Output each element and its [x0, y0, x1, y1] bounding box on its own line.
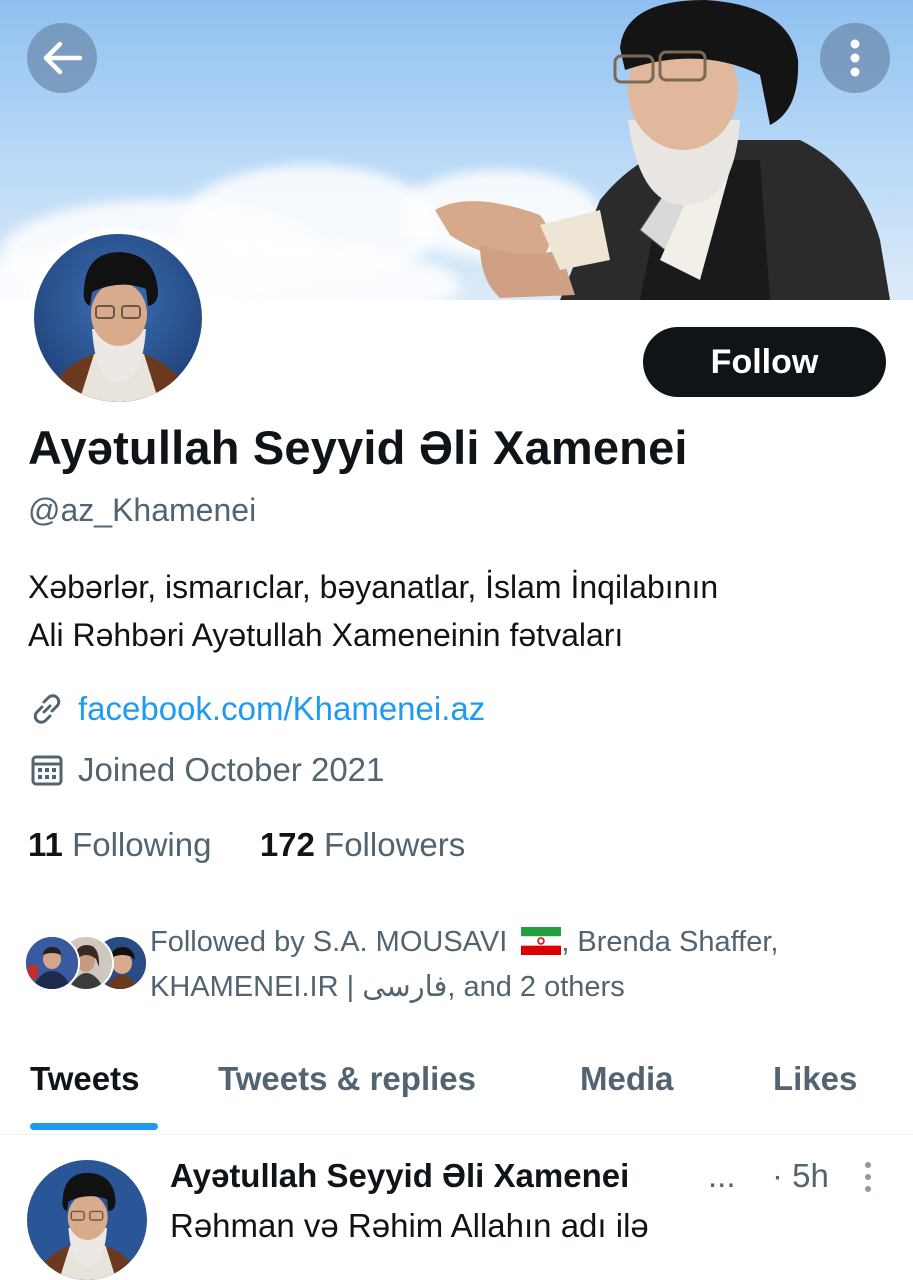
follow-counts: 11 Following 172 Followers — [28, 826, 465, 864]
bio-line-2: Ali Rəhbəri Ayətullah Xameneinin fətvala… — [28, 617, 624, 653]
followed-by-line1: Followed by S.A. MOUSAVI — [150, 926, 508, 958]
tab-tweets[interactable]: Tweets — [30, 1060, 139, 1098]
bio-line-1: Xəbərlər, ismarıclar, bəyanatlar, İslam … — [28, 569, 719, 605]
tweet-more-icon — [865, 1162, 871, 1192]
active-tab-indicator — [30, 1123, 158, 1130]
followed-by-line2: KHAMENEI.IR | فارسی, and 2 others — [150, 971, 625, 1003]
profile-avatar[interactable] — [27, 227, 209, 409]
following-link[interactable]: 11 Following — [28, 826, 211, 863]
profile-website-link[interactable]: facebook.com/Khamenei.az — [78, 690, 485, 728]
tweet-author-name[interactable]: Ayətullah Seyyid Əli Xamenei — [170, 1157, 629, 1195]
followers-count: 172 — [259, 826, 315, 863]
more-vertical-icon — [850, 39, 860, 77]
following-count: 11 — [28, 826, 63, 863]
back-arrow-icon — [43, 41, 82, 75]
tweet-author-ellipsis: ... — [708, 1157, 736, 1194]
tweet-timestamp[interactable]: · 5h — [772, 1157, 829, 1195]
calendar-icon — [28, 751, 66, 789]
iran-flag-icon — [521, 927, 562, 955]
tweet-more-button[interactable] — [858, 1160, 878, 1194]
follow-button[interactable]: Follow — [643, 327, 886, 397]
profile-display-name: Ayətullah Seyyid Əli Xamenei — [28, 421, 688, 474]
profile-handle: @az_Khamenei — [28, 492, 257, 528]
followed-by-avatar-1[interactable] — [24, 935, 80, 991]
profile-website-row: facebook.com/Khamenei.az — [28, 690, 485, 728]
followed-by-line1-rest: , Brenda Shaffer, — [561, 926, 779, 958]
back-button[interactable] — [27, 23, 97, 93]
profile-joined-row: Joined October 2021 — [28, 751, 384, 789]
tweet-text: Rəhman və Rəhim Allahın adı ilə — [170, 1207, 649, 1244]
more-options-button[interactable] — [820, 23, 890, 93]
followers-link[interactable]: 172 Followers — [260, 826, 465, 863]
tweet-author-avatar[interactable] — [27, 1160, 147, 1280]
tab-media[interactable]: Media — [580, 1060, 674, 1098]
tab-likes[interactable]: Likes — [773, 1060, 857, 1098]
profile-joined-date: Joined October 2021 — [78, 751, 385, 788]
followed-by-text[interactable]: Followed by S.A. MOUSAVI , Brenda Shaffe… — [150, 920, 890, 1010]
profile-bio: Xəbərlər, ismarıclar, bəyanatlar, İslam … — [28, 563, 888, 659]
link-icon — [28, 690, 66, 728]
avatar — [34, 234, 202, 402]
tab-tweets-and-replies[interactable]: Tweets & replies — [218, 1060, 476, 1098]
following-label: Following — [72, 826, 212, 863]
followers-label: Followers — [324, 826, 466, 863]
